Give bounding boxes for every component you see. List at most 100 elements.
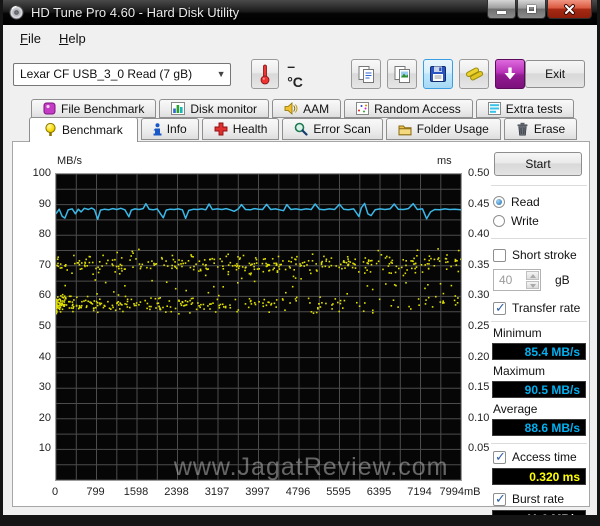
minimize-icon xyxy=(497,10,506,14)
menu-file[interactable]: File xyxy=(11,28,50,49)
write-radio[interactable] xyxy=(493,215,505,227)
folder-icon xyxy=(398,125,412,135)
axis-tick: 5595 xyxy=(326,486,351,498)
save-button[interactable] xyxy=(423,59,454,89)
x-axis-ticks: 0 799 1598 2398 3197 3997 4796 5595 6395 7194 7994… xyxy=(52,486,481,500)
tab-label: Erase xyxy=(533,122,566,136)
access-time-option[interactable]: Access time xyxy=(493,449,587,465)
tab-random-access[interactable]: Random Access xyxy=(344,99,473,118)
burst-rate-label: Burst rate xyxy=(512,492,565,506)
disks-button[interactable] xyxy=(459,59,490,89)
short-stroke-checkbox[interactable] xyxy=(493,248,506,262)
tab-extra-tests[interactable]: Extra tests xyxy=(475,99,575,118)
axis-tick: 30 xyxy=(38,381,51,394)
tab-label: Info xyxy=(166,122,187,136)
copy-text-icon xyxy=(358,65,374,83)
axis-tick: 1598 xyxy=(123,486,149,498)
extra-tests-icon xyxy=(487,102,501,115)
tab-benchmark[interactable]: Benchmark xyxy=(29,117,138,142)
thermometer-icon xyxy=(260,64,270,85)
access-time-label: Access time xyxy=(512,450,577,464)
save-icon xyxy=(430,66,447,82)
left-axis-unit: MB/s xyxy=(57,155,83,167)
temperature-button[interactable] xyxy=(250,59,280,89)
close-button[interactable] xyxy=(547,0,592,19)
right-axis-unit: ms xyxy=(437,155,452,167)
tab-aam[interactable]: AAM xyxy=(272,99,342,118)
read-label: Read xyxy=(511,195,540,209)
step-up-icon[interactable] xyxy=(526,271,539,280)
toolbar: Lexar CF USB_3_0 Read (7 gB) ▼ – °C Exit xyxy=(3,51,597,97)
burst-rate-option[interactable]: Burst rate xyxy=(493,491,587,507)
maximize-button[interactable] xyxy=(517,0,546,19)
tab-disk-monitor[interactable]: Disk monitor xyxy=(159,99,270,118)
watermark: www.JagatReview.com xyxy=(173,453,449,481)
stepper-arrows[interactable] xyxy=(526,271,539,289)
axis-tick: 799 xyxy=(86,486,105,498)
copy-image-button[interactable] xyxy=(387,59,418,89)
axis-tick: 90 xyxy=(38,197,51,210)
tab-erase[interactable]: Erase xyxy=(503,118,578,140)
axis-tick: 60 xyxy=(38,289,51,302)
transfer-rate-option[interactable]: Transfer rate xyxy=(493,300,587,316)
health-cross-icon xyxy=(214,122,228,136)
menu-help[interactable]: Help xyxy=(50,28,95,49)
axis-tick: 0.40 xyxy=(468,228,490,241)
drive-select[interactable]: Lexar CF USB_3_0 Read (7 gB) ▼ xyxy=(13,62,231,86)
read-radio[interactable] xyxy=(493,196,505,208)
tab-label: Extra tests xyxy=(505,101,563,116)
size-stepper[interactable]: 40 xyxy=(493,269,541,291)
transfer-rate-checkbox[interactable] xyxy=(493,300,506,316)
drive-select-value: Lexar CF USB_3_0 Read (7 gB) xyxy=(20,67,193,81)
tab-file-benchmark[interactable]: File Benchmark xyxy=(31,99,157,118)
axis-tick: 3997 xyxy=(245,486,270,498)
tab-label: Random Access xyxy=(374,101,461,116)
axis-tick: 3197 xyxy=(204,486,230,498)
average-value: 88.6 MB/s xyxy=(492,419,586,436)
axis-tick: 7994mB xyxy=(439,486,481,498)
step-down-icon[interactable] xyxy=(526,280,539,289)
tab-health[interactable]: Health xyxy=(201,118,280,140)
tab-label: File Benchmark xyxy=(61,101,145,116)
separator xyxy=(491,185,587,186)
tab-strip: File Benchmark Disk monitor AAM Random A… xyxy=(3,97,597,142)
write-option[interactable]: Write xyxy=(493,213,587,229)
short-stroke-label: Short stroke xyxy=(512,248,577,262)
magnifier-icon xyxy=(295,122,309,136)
burst-rate-checkbox[interactable] xyxy=(493,491,506,507)
size-value: 40 xyxy=(499,273,513,287)
axis-tick: 70 xyxy=(38,258,51,271)
axis-tick: 10 xyxy=(38,442,51,455)
copy-image-icon xyxy=(394,65,410,83)
axis-tick: 0.25 xyxy=(468,320,490,332)
app-disk-icon xyxy=(9,5,24,20)
start-button[interactable]: Start xyxy=(494,152,582,176)
tab-folder-usage[interactable]: Folder Usage xyxy=(385,118,501,140)
axis-tick: 0.15 xyxy=(468,381,490,394)
temperature-value: – °C xyxy=(287,58,303,90)
tab-error-scan[interactable]: Error Scan xyxy=(282,118,383,140)
read-option[interactable]: Read xyxy=(493,194,587,210)
write-label: Write xyxy=(511,214,539,228)
title-bar: HD Tune Pro 4.60 - Hard Disk Utility xyxy=(3,0,597,25)
window-title: HD Tune Pro 4.60 - Hard Disk Utility xyxy=(31,5,240,20)
copy-text-button[interactable] xyxy=(351,59,382,89)
tab-label: Benchmark xyxy=(62,123,123,137)
transfer-rate-label: Transfer rate xyxy=(512,301,581,315)
minimum-label: Minimum xyxy=(493,326,542,340)
minimize-button[interactable] xyxy=(487,0,516,19)
speaker-icon xyxy=(284,102,298,115)
axis-tick: 0.10 xyxy=(468,411,490,424)
short-stroke-option[interactable]: Short stroke xyxy=(493,247,587,263)
access-time-checkbox[interactable] xyxy=(493,449,506,465)
short-stroke-size-row: 40 gB xyxy=(493,269,587,291)
tab-label: Disk monitor xyxy=(190,101,258,116)
exit-button[interactable]: Exit xyxy=(525,60,586,88)
tab-info[interactable]: Info xyxy=(140,118,199,140)
menu-bar: File Help xyxy=(3,25,597,51)
tab-label: Error Scan xyxy=(313,122,371,136)
download-arrow-icon xyxy=(504,67,516,80)
tab-row-front: Benchmark Info Health Error Scan Folder … xyxy=(29,117,578,142)
download-button[interactable] xyxy=(495,59,526,89)
left-axis-ticks: 100 90 80 70 60 50 40 30 20 10 xyxy=(19,167,51,481)
